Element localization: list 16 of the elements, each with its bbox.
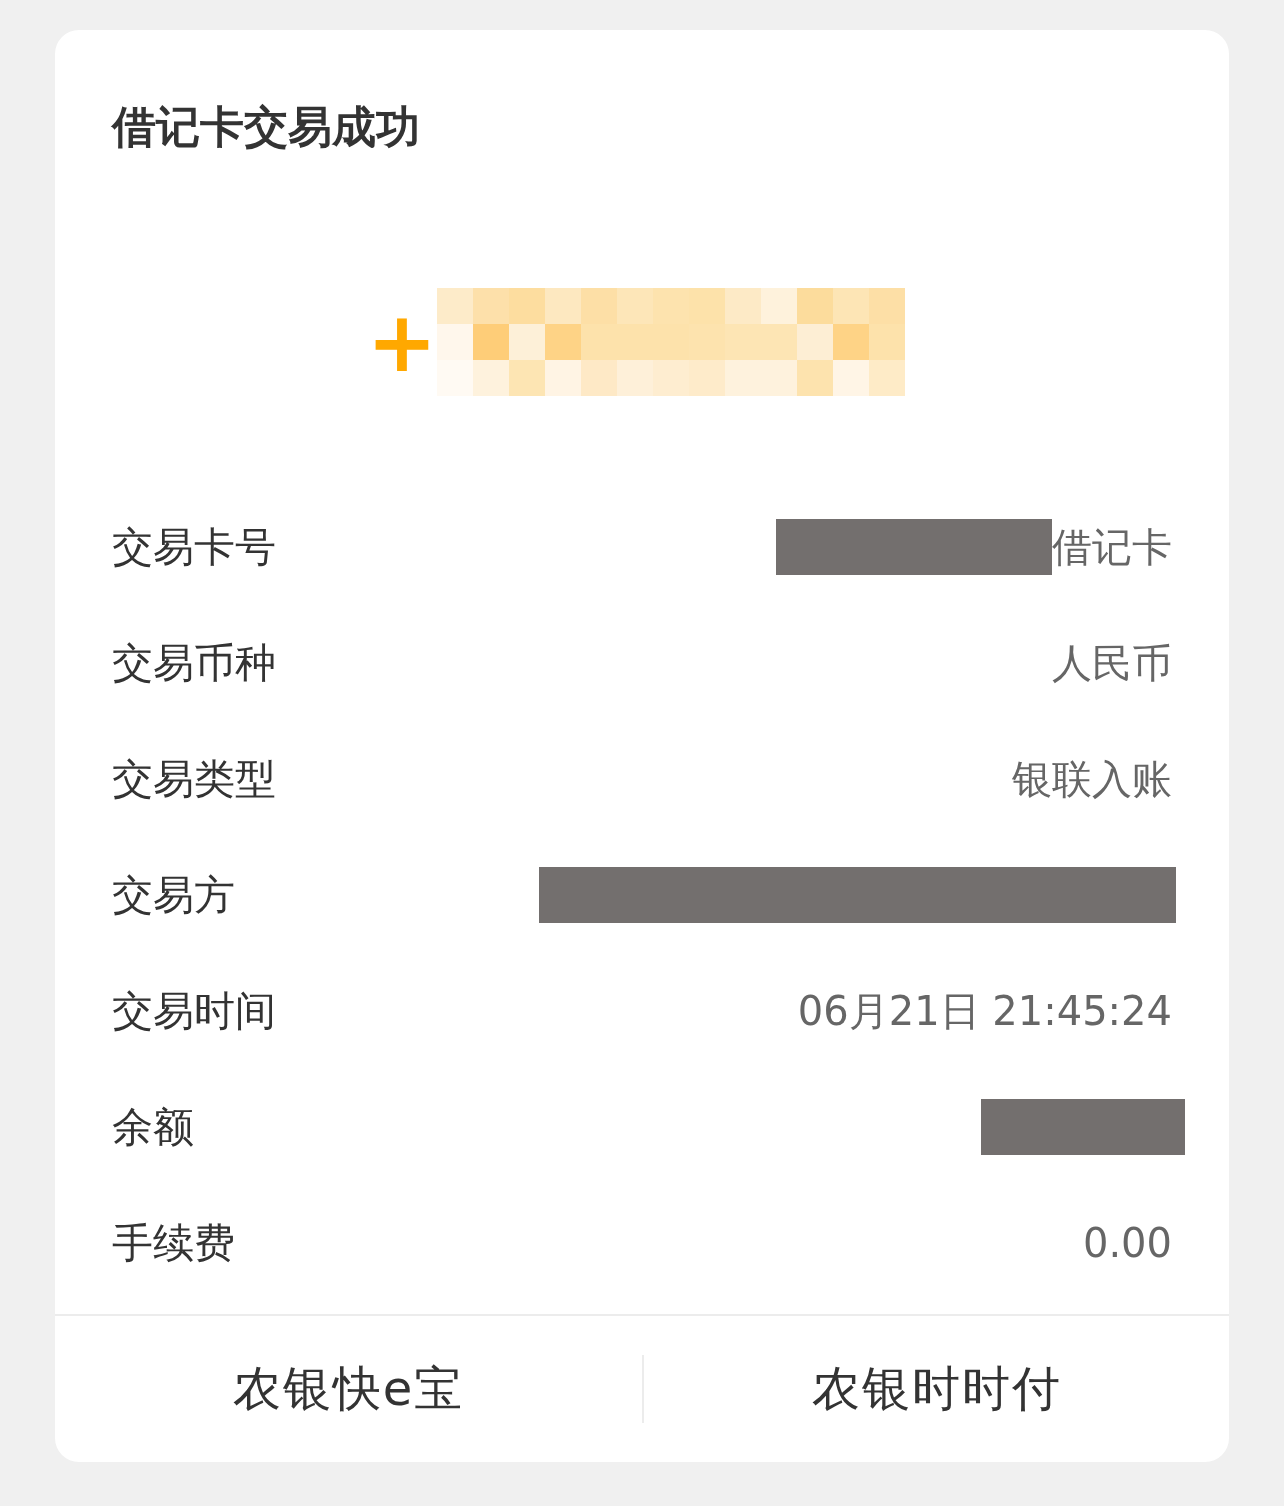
row-label: 交易时间	[112, 985, 276, 1037]
row-value: 0.00	[1082, 1220, 1172, 1266]
row-label: 交易币种	[112, 637, 276, 689]
row-value: 银联入账	[1012, 754, 1172, 804]
row-label: 交易卡号	[112, 521, 276, 573]
action-button[interactable]: 农银快e宝	[55, 1355, 642, 1423]
page-title: 借记卡交易成功	[112, 100, 420, 154]
row-value: 借记卡	[1052, 522, 1172, 572]
row-value: 人民币	[1052, 638, 1172, 688]
row-label: 交易方	[112, 869, 235, 921]
row-label: 手续费	[112, 1217, 235, 1269]
row-label: 交易类型	[112, 753, 276, 805]
row-label: 余额	[112, 1101, 194, 1153]
amount-sign: +	[366, 292, 438, 393]
action-button[interactable]: 农银时时付	[642, 1355, 1229, 1423]
row-value: 06月21日 21:45:24	[797, 986, 1172, 1036]
